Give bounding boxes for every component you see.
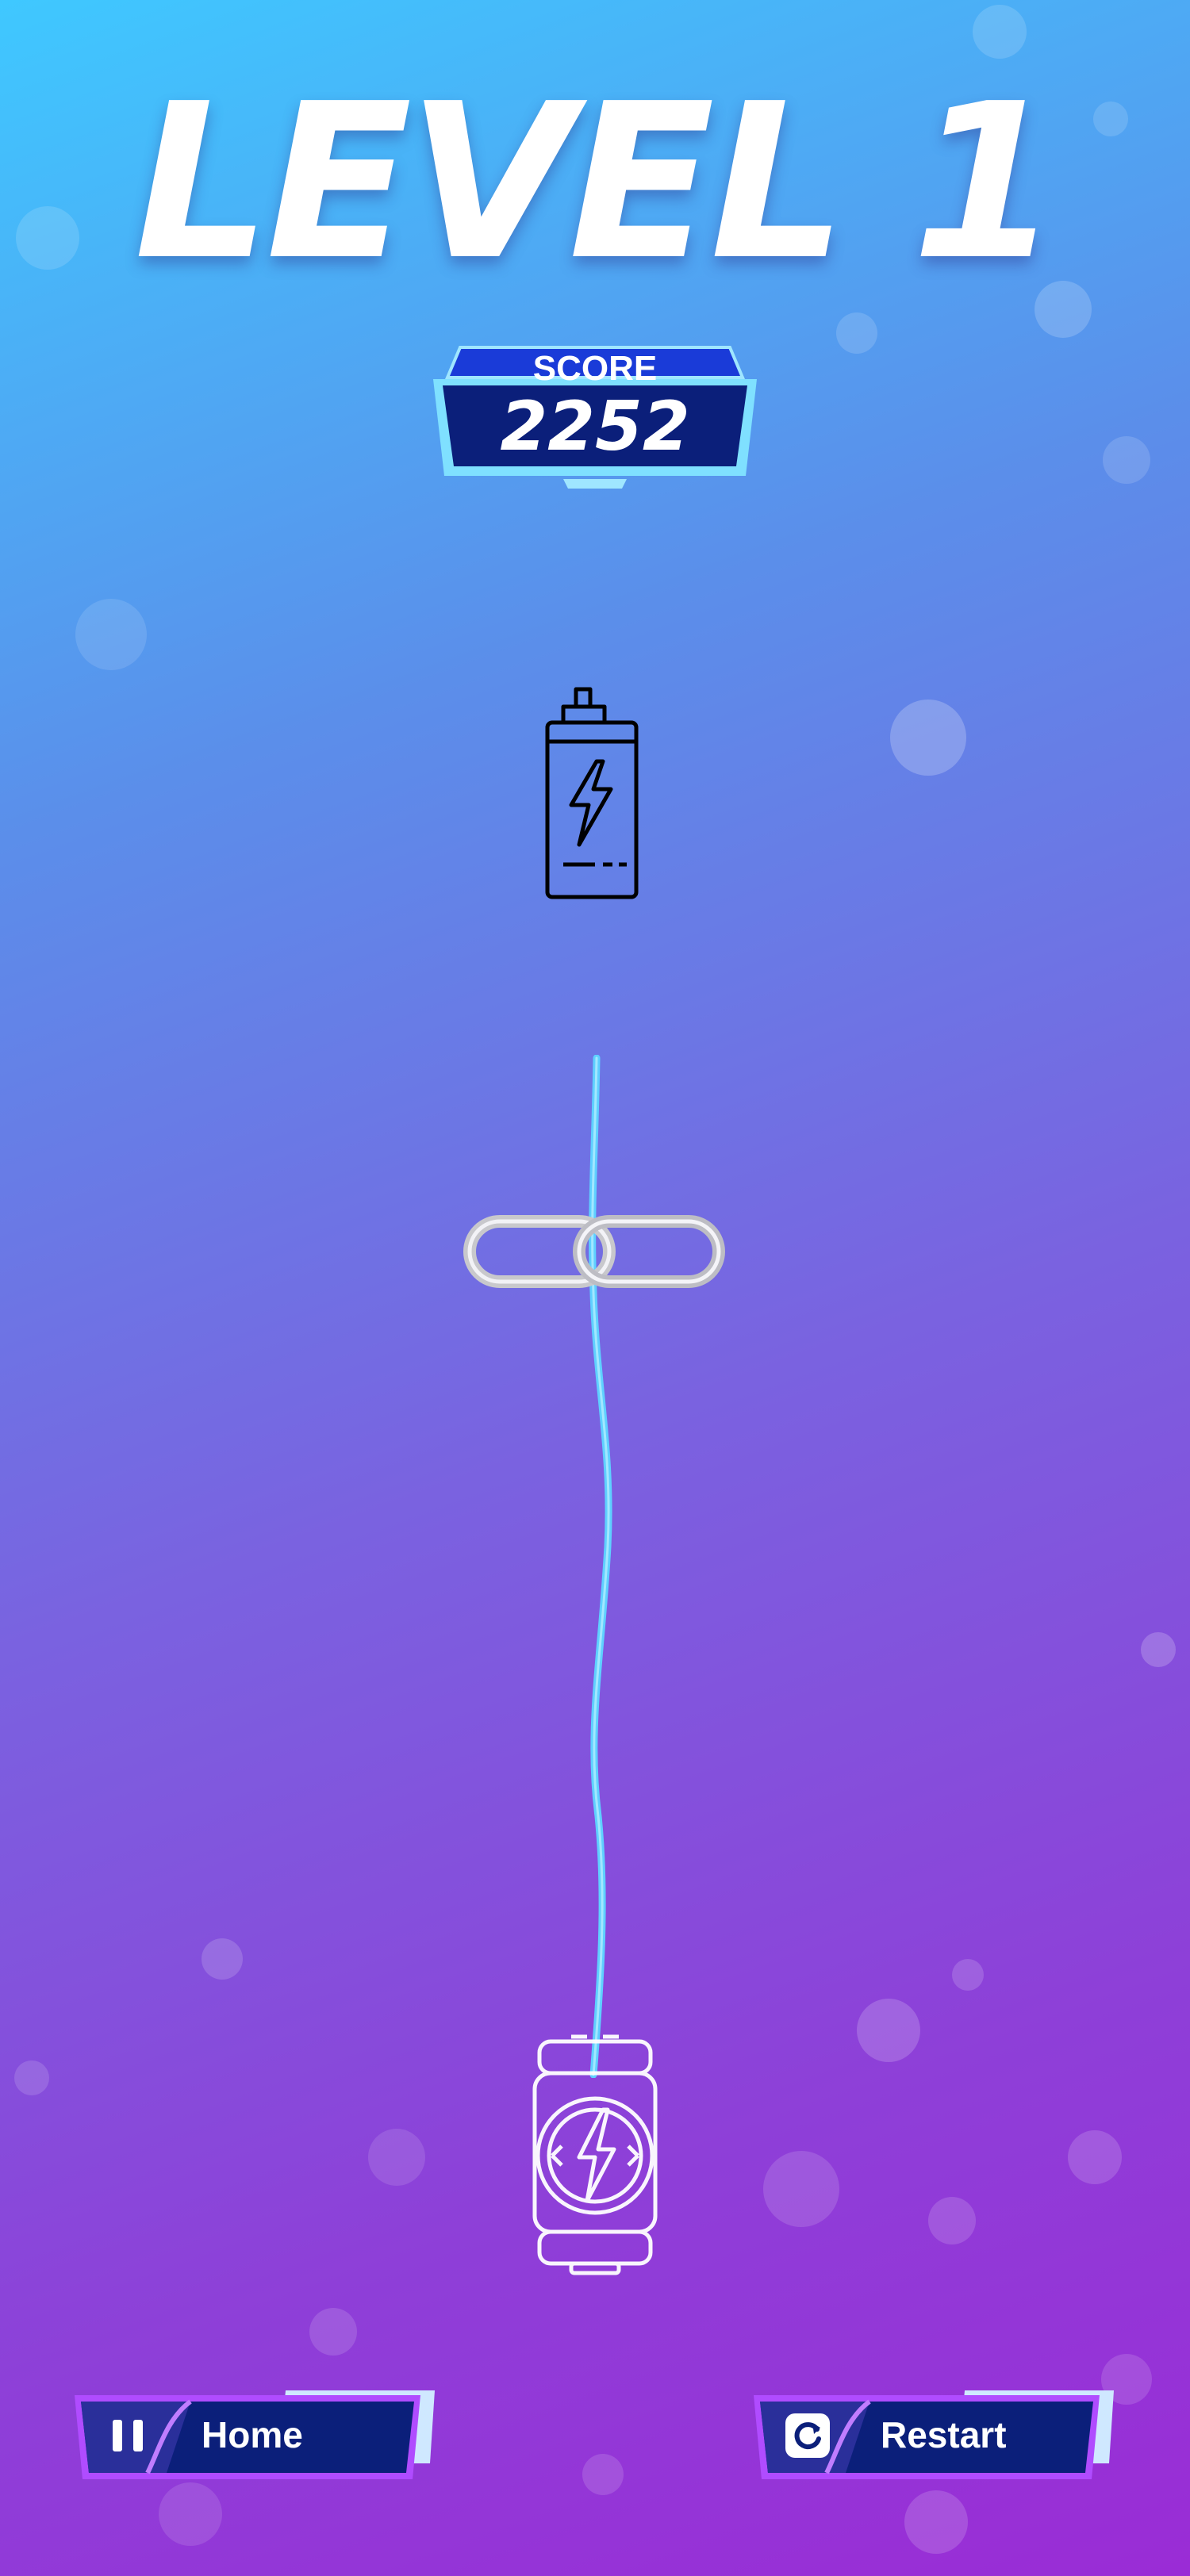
score-label: SCORE xyxy=(532,349,658,388)
battery-icon xyxy=(545,687,639,899)
chain-link-obstacle xyxy=(463,1215,725,1288)
pause-icon xyxy=(113,2420,143,2451)
level-title: LEVEL 1 xyxy=(134,57,1061,307)
energy-rope xyxy=(589,1055,612,2078)
score-value: 2252 xyxy=(500,387,690,466)
restart-label: Restart xyxy=(881,2414,1007,2455)
lightning-capsule-launcher xyxy=(532,2034,658,2275)
home-button[interactable]: Home xyxy=(71,2387,436,2482)
restart-icon xyxy=(785,2413,830,2458)
restart-button[interactable]: Restart xyxy=(750,2387,1115,2482)
home-label: Home xyxy=(202,2414,303,2455)
score-panel: SCORE 2252 xyxy=(428,343,762,489)
